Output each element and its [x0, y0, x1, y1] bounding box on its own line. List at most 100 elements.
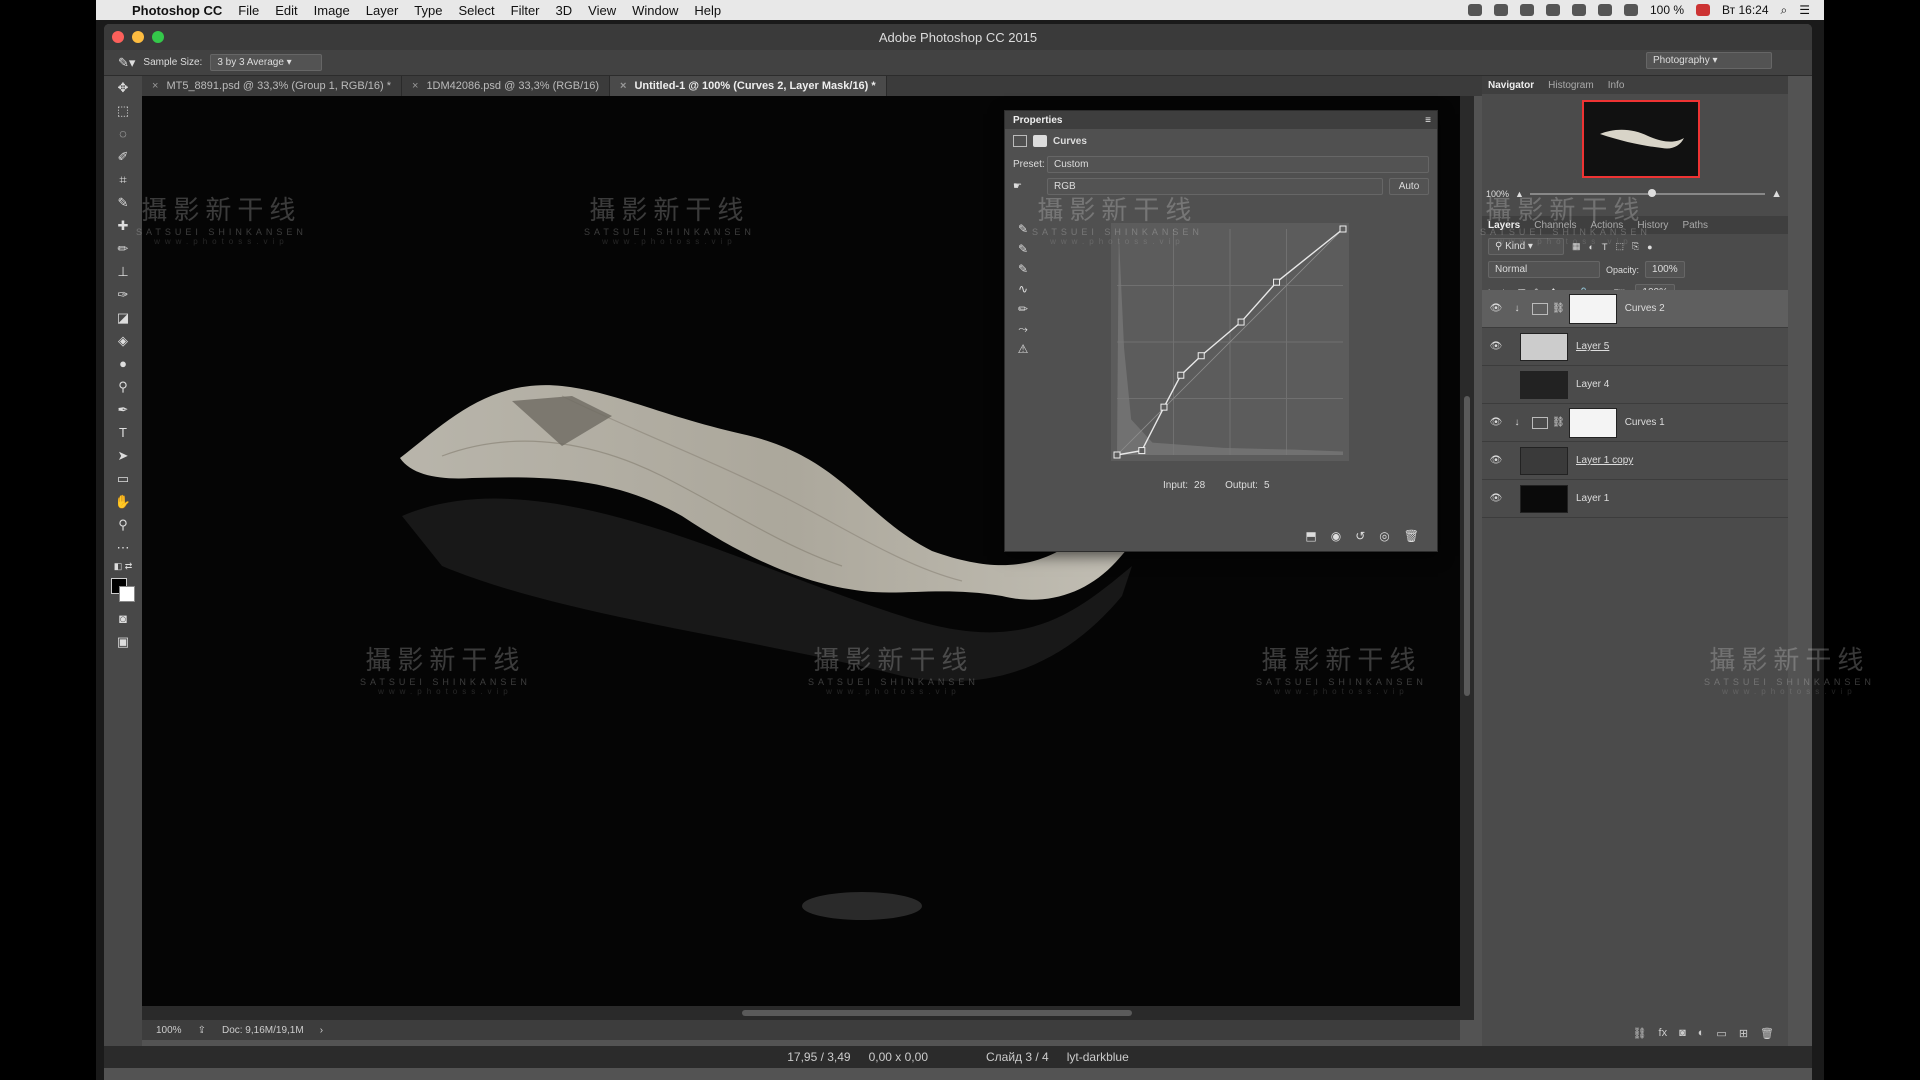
- zoom-in-icon[interactable]: ▲: [1771, 188, 1782, 200]
- layer-name[interactable]: Curves 2: [1625, 303, 1665, 314]
- layer-row[interactable]: Layer 4: [1482, 366, 1788, 404]
- black-point-eyedropper-icon[interactable]: ✎: [1011, 219, 1035, 239]
- curve-control-point[interactable]: [1138, 447, 1146, 455]
- gradient-tool-icon[interactable]: ◈: [104, 329, 142, 352]
- clock[interactable]: Вт 16:24: [1722, 3, 1768, 17]
- sync-icon[interactable]: [1494, 4, 1508, 16]
- menu-3d[interactable]: 3D: [556, 3, 573, 18]
- opacity-field[interactable]: 100%: [1645, 261, 1685, 278]
- white-point-eyedropper-icon[interactable]: ✎: [1011, 259, 1035, 279]
- zoom-tool-icon[interactable]: ⚲: [104, 513, 142, 536]
- bluetooth-icon[interactable]: [1572, 4, 1586, 16]
- tab-histogram[interactable]: Histogram: [1548, 80, 1594, 91]
- channel-select[interactable]: RGB: [1047, 177, 1383, 195]
- tab-navigator[interactable]: Navigator: [1488, 80, 1534, 91]
- layer-name[interactable]: Curves 1: [1625, 417, 1665, 428]
- output-value[interactable]: 5: [1264, 480, 1270, 491]
- clip-to-layer-icon[interactable]: ⬒: [1305, 529, 1316, 543]
- history-brush-tool-icon[interactable]: ✑: [104, 283, 142, 306]
- filter-adjustment-icon[interactable]: ◐: [1589, 242, 1594, 252]
- curve-control-point[interactable]: [1339, 225, 1347, 233]
- curve-control-point[interactable]: [1197, 352, 1205, 360]
- filter-pixel-icon[interactable]: ▦: [1572, 241, 1581, 252]
- curve-control-point[interactable]: [1273, 278, 1281, 286]
- curves-adjustment-icon[interactable]: [1013, 135, 1027, 147]
- crop-tool-icon[interactable]: ⌗: [104, 168, 142, 191]
- curve-control-point[interactable]: [1113, 451, 1121, 459]
- layer-thumbnail[interactable]: [1520, 332, 1568, 361]
- zoom-slider[interactable]: [1529, 189, 1766, 197]
- volume-icon[interactable]: [1598, 4, 1612, 16]
- zoom-window-button[interactable]: [152, 31, 164, 43]
- curve-control-point[interactable]: [1237, 318, 1245, 326]
- menu-layer[interactable]: Layer: [366, 3, 399, 18]
- flag-icon[interactable]: [1696, 4, 1711, 16]
- close-tab-icon[interactable]: ×: [412, 80, 418, 92]
- visibility-eye-icon[interactable]: 👁: [1482, 303, 1510, 314]
- menu-filter[interactable]: Filter: [511, 3, 540, 18]
- default-colors-icon[interactable]: ◧ ⇄: [104, 559, 142, 573]
- pencil-draw-icon[interactable]: ✏: [1011, 299, 1035, 319]
- pen-tool-icon[interactable]: ✒: [104, 398, 142, 421]
- filter-toggle-icon[interactable]: ●: [1647, 242, 1652, 252]
- more-tools-icon[interactable]: ⋯: [104, 536, 142, 559]
- close-window-button[interactable]: [112, 31, 124, 43]
- link-layers-icon[interactable]: ⛓: [1633, 1027, 1647, 1040]
- menu-window[interactable]: Window: [632, 3, 678, 18]
- layer-row[interactable]: 👁 ↓ ⛓ Curves 2: [1482, 290, 1788, 328]
- lasso-tool-icon[interactable]: ◌: [104, 122, 142, 145]
- curve-control-point[interactable]: [1177, 371, 1185, 379]
- rectangle-tool-icon[interactable]: ▭: [104, 467, 142, 490]
- visibility-eye-icon[interactable]: 👁: [1482, 341, 1510, 352]
- navigator-preview[interactable]: [1582, 100, 1700, 178]
- layer-mask-thumbnail[interactable]: [1568, 293, 1617, 324]
- panel-menu-icon[interactable]: ≡: [1425, 115, 1431, 126]
- menu-edit[interactable]: Edit: [275, 3, 297, 18]
- curve-control-point[interactable]: [1160, 403, 1168, 411]
- curves-graph-svg[interactable]: [1111, 223, 1349, 461]
- blend-mode-select[interactable]: Normal: [1488, 261, 1600, 278]
- healing-brush-tool-icon[interactable]: ✚: [104, 214, 142, 237]
- eraser-tool-icon[interactable]: ◪: [104, 306, 142, 329]
- menu-help[interactable]: Help: [694, 3, 721, 18]
- brush-tool-icon[interactable]: ✏: [104, 237, 142, 260]
- scroll-thumb[interactable]: [742, 1010, 1132, 1016]
- menu-type[interactable]: Type: [414, 3, 442, 18]
- menu-image[interactable]: Image: [314, 3, 350, 18]
- tab-history[interactable]: History: [1637, 220, 1668, 231]
- navigator-zoom[interactable]: 100%: [1486, 189, 1509, 199]
- layer-row[interactable]: 👁 Layer 1 copy: [1482, 442, 1788, 480]
- scroll-thumb[interactable]: [1464, 396, 1470, 696]
- tab-untitled[interactable]: × Untitled-1 @ 100% (Curves 2, Layer Mas…: [610, 76, 887, 96]
- layer-thumbnail[interactable]: [1520, 370, 1568, 399]
- layer-name[interactable]: Layer 5: [1576, 341, 1609, 352]
- record-icon[interactable]: [1468, 4, 1482, 16]
- new-group-icon[interactable]: ▭: [1716, 1027, 1726, 1040]
- delete-icon[interactable]: 🗑: [1404, 529, 1419, 543]
- menu-file[interactable]: File: [238, 3, 259, 18]
- target-adjust-icon[interactable]: ☛: [1013, 181, 1041, 192]
- curve-edit-icon[interactable]: ∿: [1011, 279, 1035, 299]
- notification-icon[interactable]: ☰: [1799, 3, 1810, 17]
- tab-paths[interactable]: Paths: [1682, 220, 1708, 231]
- close-tab-icon[interactable]: ×: [152, 80, 158, 92]
- sample-size-select[interactable]: 3 by 3 Average ▾: [210, 54, 323, 71]
- auto-button[interactable]: Auto: [1389, 177, 1429, 195]
- eyedropper-preset-icon[interactable]: ✎▾: [118, 55, 135, 71]
- share-icon[interactable]: ⇪: [198, 1025, 206, 1036]
- visibility-eye-icon[interactable]: 👁: [1482, 493, 1510, 504]
- zoom-slider-thumb[interactable]: [1647, 189, 1656, 197]
- minimize-window-button[interactable]: [132, 31, 144, 43]
- input-value[interactable]: 28: [1194, 480, 1205, 491]
- layer-thumbnail[interactable]: [1520, 484, 1568, 513]
- new-adjustment-icon[interactable]: ◐: [1698, 1027, 1705, 1040]
- layer-mask-thumbnail[interactable]: [1568, 407, 1617, 438]
- chain-link-icon[interactable]: ⛓: [1552, 303, 1565, 314]
- color-swatches[interactable]: [104, 573, 142, 607]
- visibility-eye-icon[interactable]: 👁: [1482, 417, 1510, 428]
- layer-row[interactable]: 👁 ↓ ⛓ Curves 1: [1482, 404, 1788, 442]
- hand-tool-icon[interactable]: ✋: [104, 490, 142, 513]
- fx-icon[interactable]: fx: [1659, 1027, 1668, 1040]
- blur-tool-icon[interactable]: ●: [104, 352, 142, 375]
- spotlight-icon[interactable]: ⌕: [1781, 3, 1788, 18]
